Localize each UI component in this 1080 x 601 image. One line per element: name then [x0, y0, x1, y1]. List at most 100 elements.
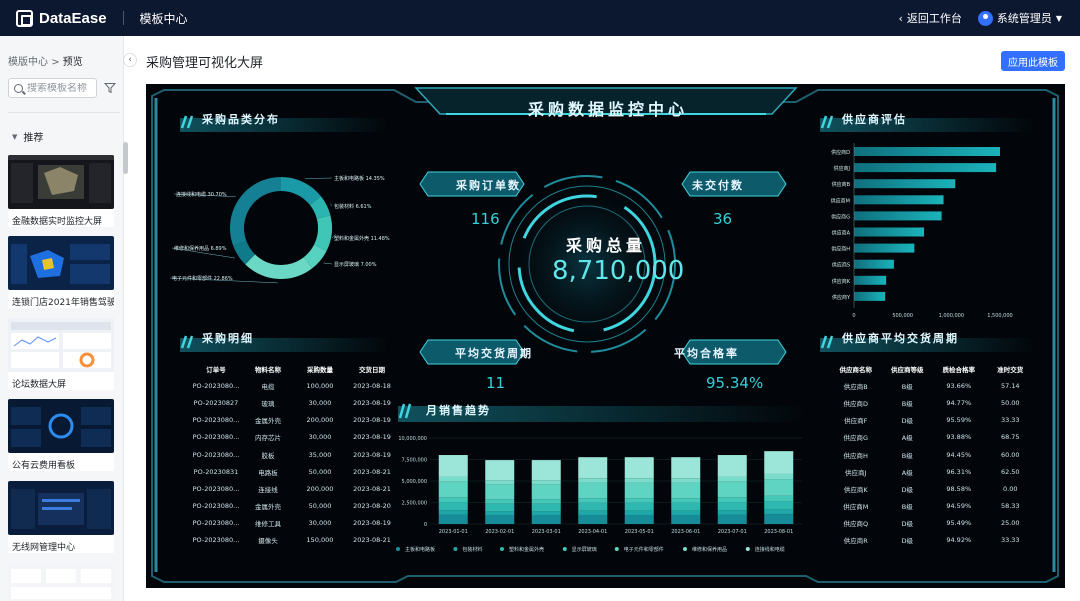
- ytick-label: 2,500,000: [402, 501, 427, 507]
- stacked-bar-segment: [671, 457, 701, 479]
- back-to-workbench-link[interactable]: ‹ 返回工作台: [898, 10, 961, 26]
- table-cell: 电缆: [261, 382, 275, 391]
- collapse-sidebar-button[interactable]: ‹: [123, 53, 137, 67]
- user-menu[interactable]: 系统管理员 ▼: [977, 10, 1062, 26]
- xtick-label: 2023-01-01: [439, 529, 468, 535]
- apply-template-button[interactable]: 应用此模板: [1001, 51, 1065, 71]
- table-cell: 50,000: [308, 502, 332, 511]
- table-cell: 供应商B: [843, 382, 868, 391]
- pie-slice-label: 包装材料 6.61%: [334, 203, 372, 210]
- template-card[interactable]: 连锁门店2021年销售驾驶舱: [8, 236, 114, 308]
- user-avatar-icon: [977, 10, 993, 26]
- table-cell: B级: [901, 382, 913, 391]
- hbar: [854, 163, 997, 173]
- table-cell: 供应商D: [843, 399, 868, 408]
- table-cell: 2023-08-19: [353, 398, 391, 407]
- back-label: 返回工作台: [906, 12, 962, 25]
- pie-leader-line: [323, 262, 333, 265]
- table-row: 供应商M B级 94.59% 58.33: [830, 498, 1036, 515]
- hbar: [854, 227, 925, 237]
- table-cell: 60.00: [1000, 450, 1020, 459]
- stacked-bar-segment: [531, 484, 561, 500]
- table-cell: 2023-08-21: [353, 484, 391, 493]
- stacked-bar-segment: [485, 499, 515, 504]
- section-title-category: 采购品类分布: [202, 113, 280, 126]
- hbar-tick-label: 1,500,000: [987, 313, 1012, 319]
- template-card[interactable]: 论坛数据大屏: [8, 318, 114, 390]
- template-card[interactable]: 无线网管理中心: [8, 481, 114, 553]
- table-row: PO-2023080... 内存芯片 30,000 2023-08-19: [190, 429, 398, 446]
- stacked-bar-segment: [485, 511, 515, 516]
- pie-leader-line: [330, 203, 333, 207]
- table-cell: A级: [901, 468, 913, 477]
- stacked-bar-segment: [671, 514, 701, 524]
- legend-swatch: [683, 547, 687, 551]
- table-cell: PO-2023080...: [192, 519, 240, 528]
- table-cell: 95.59%: [946, 416, 972, 425]
- hbar-category-label: 供应商A: [832, 230, 851, 237]
- table-cell: 供应商H: [843, 451, 868, 460]
- template-card[interactable]: 公有云费用看板: [8, 399, 114, 471]
- hbar-tick-label: 0: [852, 313, 855, 319]
- search-input[interactable]: [27, 82, 89, 94]
- table-cell: 供应商M: [843, 503, 869, 512]
- stacked-bar-segment: [485, 515, 515, 524]
- hbar-category-label: 供应商M: [831, 197, 850, 204]
- stacked-bar-segment: [578, 478, 608, 483]
- table-cell: 30,000: [308, 433, 332, 442]
- pie-slice: [281, 177, 322, 206]
- table-cell: PO-20230831: [193, 467, 239, 476]
- sidebar-scrollbar[interactable]: [123, 142, 128, 174]
- caret-down-icon: ▼: [12, 132, 18, 141]
- table-cell: B级: [901, 451, 913, 460]
- legend-swatch: [453, 547, 458, 551]
- table-cell: 2023-08-21: [353, 536, 391, 545]
- brand-logo[interactable]: DataEase: [16, 9, 107, 27]
- xtick-label: 2023-04-01: [578, 529, 607, 535]
- dashboard-preview: 主板和电路板 14.35% 包装材料 6.61% 塑料和金属外壳 11.48% 显示屏…: [146, 84, 1065, 588]
- table-cell: 100,000: [306, 381, 334, 390]
- table-row: 供应商K D级 98.58% 0.00: [830, 480, 1036, 497]
- table-cell: 供应商J: [845, 468, 867, 477]
- stacked-bar-segment: [717, 514, 747, 524]
- breadcrumb-root[interactable]: 模版中心: [8, 57, 48, 68]
- table-cell: 30,000: [308, 398, 332, 407]
- legend-swatch: [500, 547, 504, 551]
- hbar-tick-label: 500,000: [892, 313, 913, 319]
- table-cell: B级: [901, 399, 913, 408]
- table-header: 供应商名称 供应商等级 质检合格率 准时交货: [830, 360, 1036, 377]
- table-cell: B级: [901, 503, 913, 512]
- stacked-bar-segment: [764, 501, 794, 510]
- stacked-bar-segment: [578, 498, 608, 503]
- section-title: 模板中心: [139, 11, 188, 26]
- table-header-cell: 交货日期: [359, 365, 385, 374]
- category-recommended[interactable]: ▼ 推荐: [12, 129, 123, 145]
- table-cell: 94.59%: [946, 502, 972, 511]
- table-row: 供应商F D级 95.59% 33.33: [830, 412, 1036, 429]
- table-header-cell: 订单号: [206, 365, 226, 374]
- top-bar: DataEase 模板中心 ‹ 返回工作台 系统管理员 ▼: [0, 0, 1080, 36]
- table-header-cell: 物料名称: [255, 365, 281, 374]
- table-cell: 0.00: [1003, 484, 1018, 493]
- kpi-value: 116: [471, 210, 500, 228]
- table-cell: PO-2023080...: [192, 484, 240, 493]
- legend-label: 维修和保养用品: [692, 546, 727, 553]
- section-title-supplier-cycle: 供应商平均交货周期: [842, 332, 959, 345]
- table-row: PO-2023080... 金属外壳 50,000 2023-08-20: [190, 498, 398, 515]
- search-box[interactable]: [8, 78, 97, 98]
- legend-label: 包装材料: [462, 546, 482, 553]
- table-cell: PO-2023080...: [192, 450, 240, 459]
- template-card-partial[interactable]: [8, 563, 114, 601]
- template-card[interactable]: 金融数据实时监控大屏: [8, 155, 114, 227]
- filter-icon[interactable]: [104, 82, 116, 94]
- stacked-bar-segment: [624, 457, 654, 479]
- xtick-label: 2023-02-01: [485, 529, 514, 535]
- table-cell: 维修工具: [255, 520, 281, 529]
- stacked-bar-segment: [531, 499, 561, 504]
- stacked-bar-segment: [717, 476, 747, 482]
- hbar-category-label: 供应商B: [832, 181, 851, 188]
- pie-slice-label: 显示屏玻璃 7.00%: [334, 261, 377, 268]
- stacked-bar-segment: [531, 503, 561, 512]
- table-cell: 33.33: [1000, 536, 1020, 545]
- table-cell: 电路板: [258, 468, 278, 477]
